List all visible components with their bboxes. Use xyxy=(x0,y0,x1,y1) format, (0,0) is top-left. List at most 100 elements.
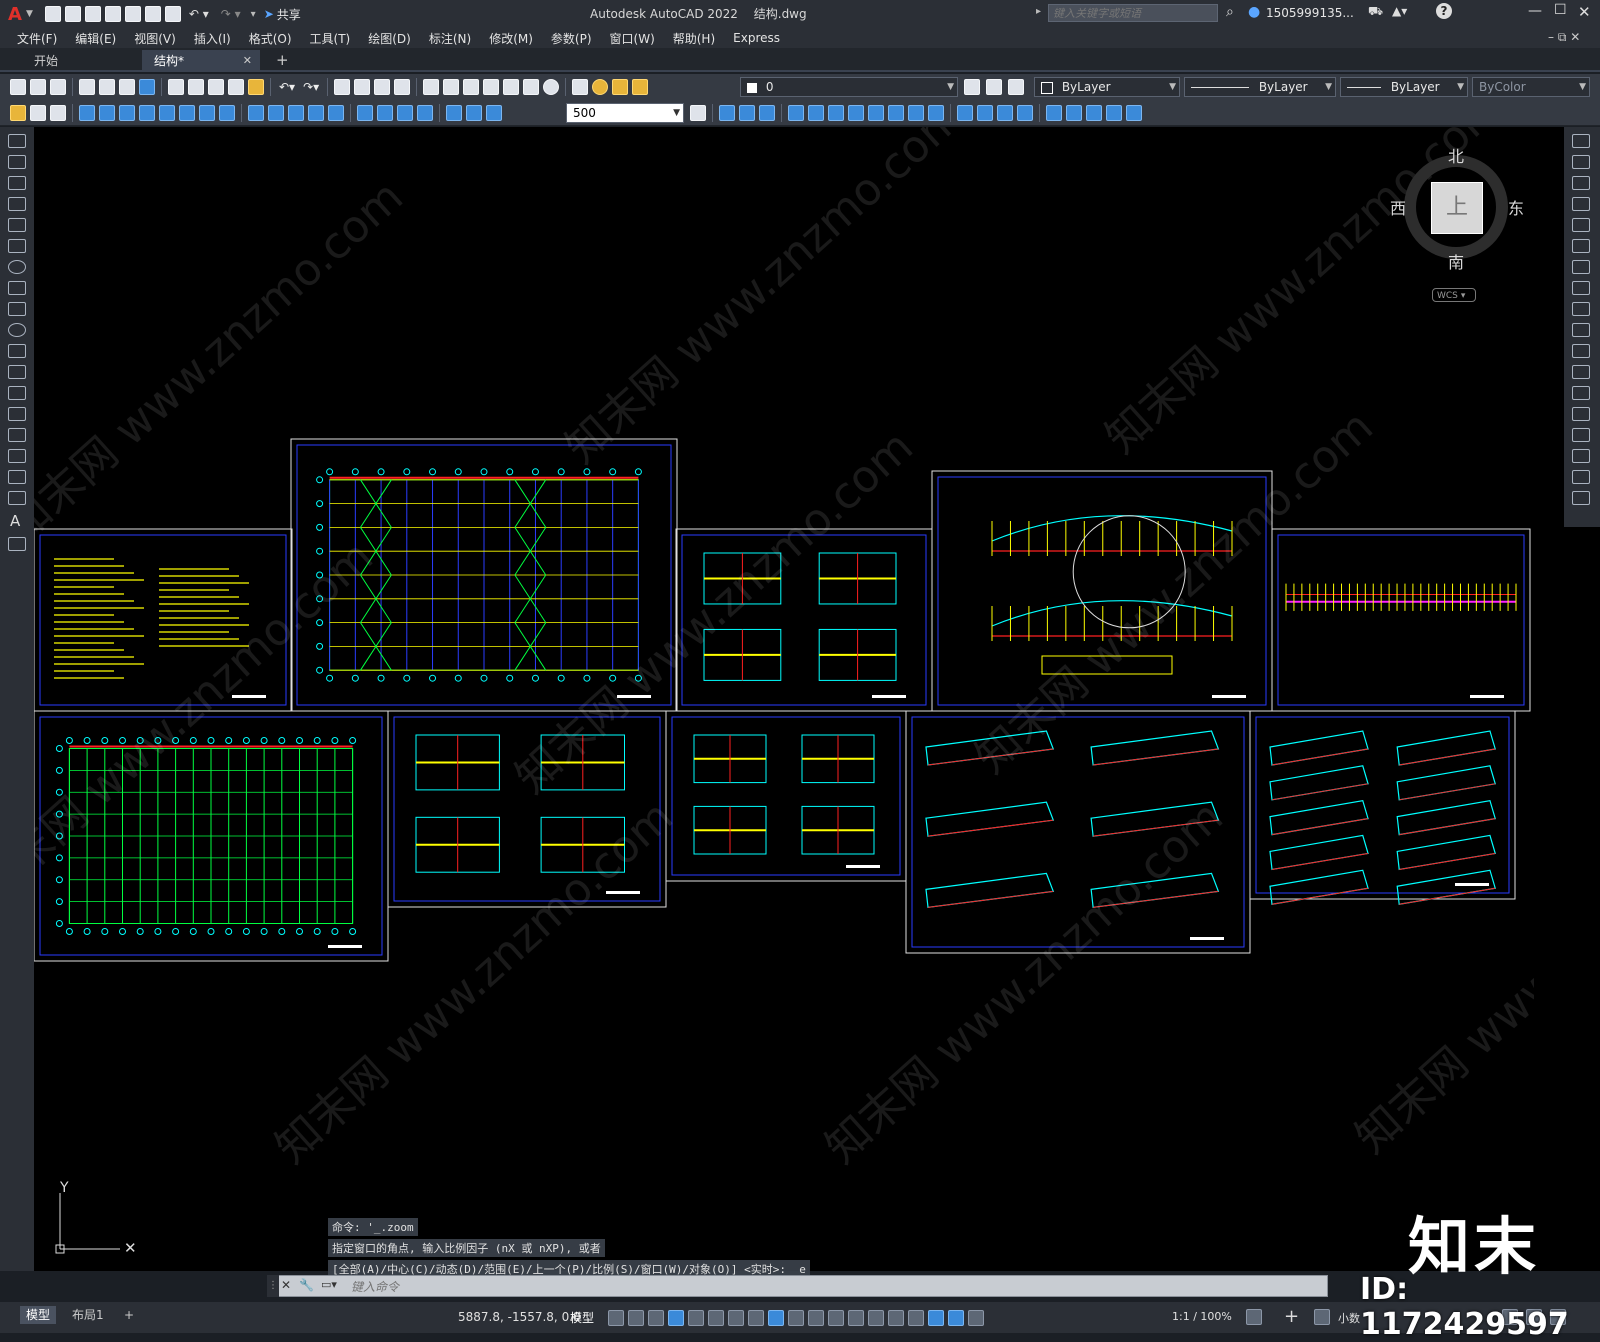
array-icon[interactable] xyxy=(1572,218,1590,232)
polar-icon[interactable] xyxy=(708,1309,724,1326)
print-icon[interactable] xyxy=(79,79,95,95)
offset-icon[interactable] xyxy=(1572,197,1590,211)
modify-5-icon[interactable] xyxy=(808,104,824,121)
save-as-icon[interactable] xyxy=(104,6,121,22)
insert-block-icon[interactable] xyxy=(8,365,26,379)
customize-icon[interactable]: 🔧 xyxy=(299,1278,314,1292)
tab-structure[interactable]: 结构* ✕ xyxy=(142,50,260,72)
layer-on-icon[interactable] xyxy=(592,79,609,95)
new-file-icon[interactable] xyxy=(44,6,61,22)
fillet-icon[interactable] xyxy=(1572,449,1590,463)
dim-update-icon[interactable] xyxy=(486,104,502,121)
dim-edit-icon[interactable] xyxy=(446,104,462,121)
3d-dwf-icon[interactable] xyxy=(139,79,155,95)
copy-object-icon[interactable] xyxy=(1572,155,1590,169)
close-command-icon[interactable]: ✕ xyxy=(281,1278,291,1292)
object-snap-tracking-icon[interactable] xyxy=(748,1309,764,1326)
coordinates-readout[interactable]: 5887.8, -1557.8, 0.0 xyxy=(458,1310,581,1324)
circle-icon[interactable] xyxy=(8,260,26,274)
dynamic-input-icon[interactable] xyxy=(668,1309,684,1326)
revcloud-icon[interactable] xyxy=(8,281,26,295)
help-icon[interactable]: ? xyxy=(1436,3,1452,19)
make-block-icon[interactable] xyxy=(8,386,26,400)
menu-tools[interactable]: 工具(T) xyxy=(310,30,351,47)
ellipse-icon[interactable] xyxy=(8,323,26,337)
zoom-previous-icon[interactable] xyxy=(394,79,411,95)
modify-15-icon[interactable] xyxy=(1017,104,1033,121)
break-icon[interactable] xyxy=(1572,365,1590,379)
arc-dim-icon[interactable] xyxy=(119,104,135,121)
modify-10-icon[interactable] xyxy=(908,104,924,121)
properties-icon[interactable] xyxy=(423,79,440,95)
layer-lock-icon[interactable] xyxy=(632,79,649,95)
share-icon[interactable]: ➤ xyxy=(264,7,274,21)
units-icon[interactable] xyxy=(1314,1309,1330,1325)
auto-scale-icon[interactable] xyxy=(948,1309,964,1326)
redo-icon[interactable]: ↷▾ xyxy=(303,80,319,94)
save-icon[interactable] xyxy=(50,79,66,95)
gizmo-icon[interactable] xyxy=(908,1309,924,1326)
save-icon[interactable] xyxy=(84,6,101,22)
modify-9-icon[interactable] xyxy=(888,104,904,121)
wcs-menu[interactable]: WCS ▾ xyxy=(1432,288,1476,302)
snap-icon[interactable] xyxy=(628,1309,644,1326)
arc-icon[interactable] xyxy=(8,239,26,253)
annotation-visibility-icon[interactable] xyxy=(928,1309,944,1326)
autodesk-app-icon[interactable]: ▲▾ xyxy=(1392,4,1407,18)
plot-stamp-icon[interactable] xyxy=(50,104,66,121)
modify-19-icon[interactable] xyxy=(1106,104,1122,121)
mtext-icon[interactable]: A xyxy=(10,512,34,530)
modify-11-icon[interactable] xyxy=(928,104,944,121)
object-snap-icon[interactable] xyxy=(768,1309,784,1326)
layer-properties-icon[interactable] xyxy=(572,79,589,95)
layer-freeze-icon[interactable] xyxy=(612,79,629,95)
recent-commands-icon[interactable]: ▭▾ xyxy=(321,1278,337,1291)
modify-17-icon[interactable] xyxy=(1066,104,1082,121)
command-grip-icon[interactable]: ⋮ xyxy=(267,1275,279,1297)
trim-icon[interactable] xyxy=(1572,323,1590,337)
dynamic-ucs-icon[interactable] xyxy=(868,1309,884,1326)
paste-icon[interactable] xyxy=(208,79,224,95)
print-preview-icon[interactable] xyxy=(99,79,115,95)
dim-style-dropdown[interactable]: 500 ▼ xyxy=(566,103,684,123)
app-logo[interactable]: A xyxy=(8,4,22,25)
compass-north[interactable]: 北 xyxy=(1448,143,1464,167)
help-icon[interactable] xyxy=(543,79,560,95)
dim-style-icon[interactable] xyxy=(690,104,706,121)
menu-file[interactable]: 文件(F) xyxy=(17,30,57,47)
chamfer-icon[interactable] xyxy=(1572,428,1590,442)
publish-icon[interactable] xyxy=(119,79,135,95)
calculator-icon[interactable] xyxy=(523,79,540,95)
add-selected-icon[interactable] xyxy=(8,537,26,551)
tool-palettes-icon[interactable] xyxy=(463,79,480,95)
minimize-icon[interactable]: — xyxy=(1528,3,1542,19)
ellipse-arc-icon[interactable] xyxy=(8,344,26,358)
units-value[interactable]: 小数 xyxy=(1338,1310,1360,1326)
inspection-icon[interactable] xyxy=(397,104,413,121)
modify-2-icon[interactable] xyxy=(739,104,755,121)
linetype-dropdown[interactable]: ByLayer ▼ xyxy=(1184,77,1336,97)
search-input[interactable] xyxy=(1048,4,1218,22)
modify-1-icon[interactable] xyxy=(719,104,735,121)
pan-icon[interactable] xyxy=(334,79,351,95)
baseline-dim-icon[interactable] xyxy=(268,104,284,121)
tab-start[interactable]: 开始 xyxy=(22,51,154,72)
close-window-icon[interactable]: ✕ xyxy=(1578,3,1591,21)
viewcube-top-face[interactable]: 上 xyxy=(1431,182,1483,234)
construction-line-icon[interactable] xyxy=(8,155,26,169)
redo-icon[interactable]: ↷ ▾ xyxy=(221,7,241,21)
menu-edit[interactable]: 编辑(E) xyxy=(75,30,116,47)
lineweight-icon[interactable] xyxy=(788,1309,804,1326)
compass-south[interactable]: 南 xyxy=(1448,249,1464,273)
copy-icon[interactable] xyxy=(188,79,204,95)
menu-modify[interactable]: 修改(M) xyxy=(489,30,533,47)
layer-dropdown[interactable]: 0 ▼ xyxy=(740,77,958,97)
scale-icon[interactable] xyxy=(1572,281,1590,295)
spline-icon[interactable] xyxy=(8,302,26,316)
menu-parametric[interactable]: 参数(P) xyxy=(551,30,592,47)
quick-access-dropdown-icon[interactable]: ▾ xyxy=(251,9,256,20)
menu-express[interactable]: Express xyxy=(733,31,780,45)
menu-view[interactable]: 视图(V) xyxy=(134,30,176,47)
viewcube[interactable]: 上 北 南 西 东 xyxy=(1390,147,1524,272)
quick-dim-icon[interactable] xyxy=(248,104,264,121)
